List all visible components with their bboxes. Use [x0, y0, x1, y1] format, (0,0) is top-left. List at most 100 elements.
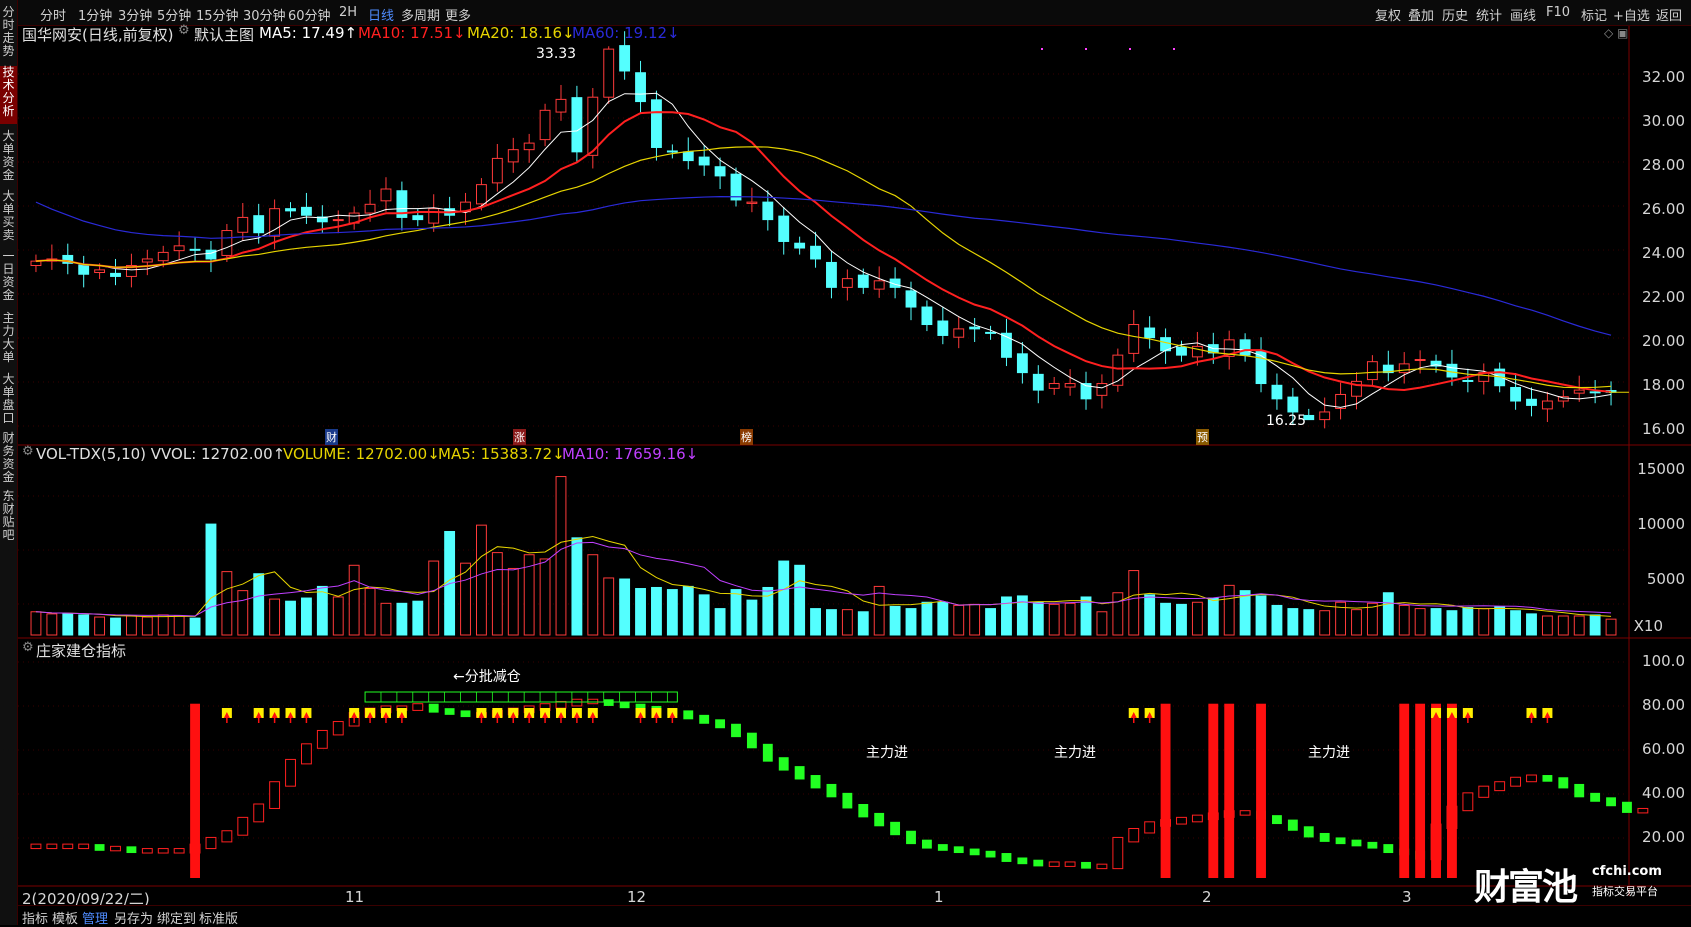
volume-bar	[1589, 614, 1601, 636]
price-tick: 28.00	[1642, 156, 1685, 174]
period-tab-1[interactable]: 1分钟	[78, 5, 112, 24]
tool-button-0[interactable]: 复权	[1375, 5, 1401, 24]
indicator-bar	[1033, 859, 1044, 867]
indicator-bar	[300, 743, 312, 765]
volume-bar	[1319, 610, 1331, 636]
event-marker-rank[interactable]: 榜	[740, 429, 753, 445]
sidebar-item-3[interactable]: 大单买卖	[0, 190, 17, 246]
tool-button-2[interactable]: 历史	[1442, 5, 1468, 24]
bottom-item-3[interactable]: 另存为	[114, 908, 153, 927]
period-tab-8[interactable]: 日线	[368, 5, 394, 24]
volume-bar	[189, 617, 201, 636]
indicator-bar	[683, 710, 694, 720]
volume-bar	[937, 601, 949, 636]
marker-dot	[1085, 48, 1087, 50]
volume-bar	[1112, 592, 1124, 636]
tool-button-7[interactable]: +自选	[1613, 5, 1650, 24]
period-tab-9[interactable]: 多周期	[401, 5, 440, 24]
period-tab-2[interactable]: 3分钟	[118, 5, 152, 24]
sidebar-item-8[interactable]: 东财贴吧	[0, 490, 17, 542]
volume-bar	[571, 537, 583, 636]
indicator-bar	[30, 843, 42, 850]
period-tab-4[interactable]: 15分钟	[196, 5, 239, 24]
indicator-bar	[285, 758, 296, 787]
bottom-item-1[interactable]: 模板	[52, 908, 78, 927]
candle	[730, 173, 742, 201]
indicator-bar	[1510, 776, 1522, 787]
period-tab-3[interactable]: 5分钟	[157, 5, 191, 24]
candle	[1096, 383, 1108, 396]
indicator-bar	[1081, 861, 1091, 869]
candle	[746, 201, 758, 204]
period-tab-5[interactable]: 30分钟	[243, 5, 286, 24]
price-tick: 16.00	[1642, 420, 1685, 438]
volume-bar	[476, 524, 487, 636]
bottom-item-2[interactable]: 管理	[82, 908, 108, 927]
indicator-bar	[1367, 841, 1378, 849]
indicator-bar	[762, 743, 773, 762]
indicator-bar	[94, 844, 105, 851]
tool-button-8[interactable]: 返回	[1656, 5, 1682, 24]
sidebar-item-1[interactable]: 技术分析	[0, 66, 17, 124]
chart-canvas[interactable]	[18, 26, 1691, 896]
indicator-bar	[603, 699, 614, 706]
price-tick: 20.00	[1642, 332, 1685, 350]
indicator-bar	[842, 792, 853, 809]
sidebar-item-5[interactable]: 主力大单	[0, 312, 17, 368]
volume-bar	[778, 560, 790, 636]
sidebar-item-2[interactable]: 大单资金	[0, 130, 17, 186]
bottom-item-4[interactable]: 绑定到	[157, 908, 196, 927]
indicator-bar	[794, 766, 805, 780]
tool-button-4[interactable]: 画线	[1510, 5, 1536, 24]
volume-bar	[1557, 615, 1569, 636]
volume-bar	[1032, 601, 1044, 636]
volume-bar	[953, 604, 965, 636]
volume-bar	[1382, 592, 1394, 636]
indicator-bar	[1319, 832, 1330, 842]
event-marker-forecast[interactable]: 预	[1196, 429, 1209, 445]
candle	[1319, 411, 1331, 421]
split-reduce-label: ←分批减仓	[453, 669, 521, 685]
period-tab-6[interactable]: 60分钟	[288, 5, 331, 24]
tool-button-1[interactable]: 叠加	[1408, 5, 1434, 24]
sidebar-item-7[interactable]: 财务资金	[0, 432, 17, 486]
indicator-bar	[157, 848, 169, 854]
volume-bar	[985, 608, 996, 636]
tool-button-6[interactable]: 标记	[1581, 5, 1607, 24]
tool-button-5[interactable]: F10	[1546, 5, 1570, 20]
indicator-bar	[906, 830, 916, 845]
main-in-bar	[1415, 703, 1426, 878]
period-tab-10[interactable]: 更多	[445, 5, 471, 24]
period-tab-0[interactable]: 分时	[40, 5, 66, 24]
indicator-bar	[699, 714, 710, 724]
volume-bar	[1191, 601, 1203, 636]
sidebar-item-6[interactable]: 大单盘口	[0, 373, 17, 429]
indicator-bar	[587, 698, 599, 705]
main-in-bar	[190, 703, 200, 878]
event-marker-limit-up[interactable]: 涨	[513, 429, 526, 445]
period-tab-7[interactable]: 2H	[339, 5, 357, 20]
candle	[794, 242, 806, 249]
sidebar-item-4[interactable]: 一日资金	[0, 250, 17, 306]
candle	[826, 261, 837, 288]
candle	[507, 149, 519, 163]
bottom-item-5[interactable]: 标准版	[199, 908, 238, 927]
event-marker-finance[interactable]: 财	[325, 429, 338, 445]
sidebar-item-0[interactable]: 分时走势	[0, 6, 17, 62]
indicator-bar	[746, 732, 757, 749]
volume-bar	[1398, 604, 1410, 636]
candle	[953, 328, 965, 338]
indicator-bar	[571, 698, 583, 707]
indicator-bar	[205, 836, 217, 850]
candle	[476, 184, 487, 205]
price-tick: 18.00	[1642, 376, 1685, 394]
candle	[237, 216, 249, 233]
indicator-bar	[1191, 814, 1203, 823]
indicator-bar	[921, 839, 932, 849]
tool-button-3[interactable]: 统计	[1476, 5, 1502, 24]
price-tick: 26.00	[1642, 200, 1685, 218]
volume-bar	[651, 586, 662, 636]
main-in-bar	[1256, 703, 1266, 878]
bottom-item-0[interactable]: 指标	[22, 908, 48, 927]
candle	[1541, 400, 1553, 410]
